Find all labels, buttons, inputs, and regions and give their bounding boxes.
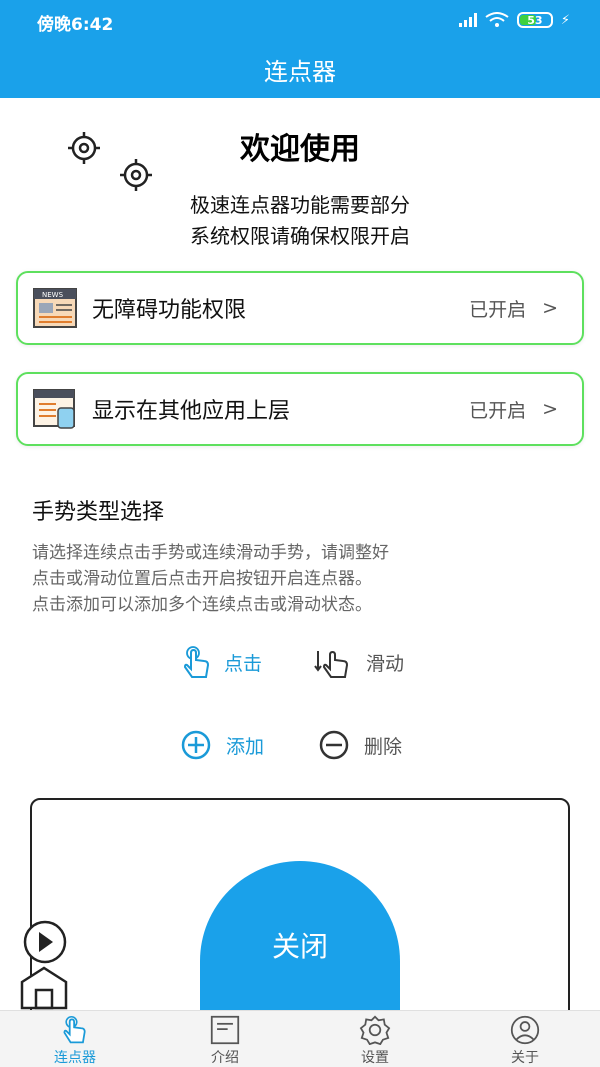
welcome-desc-line1: 极速连点器功能需要部分 [190, 193, 410, 217]
tap-hand-icon [183, 646, 210, 678]
play-icon[interactable] [20, 920, 70, 964]
battery-icon: 53 [516, 12, 553, 28]
overlay-window-icon [33, 389, 75, 429]
battery-level: 53 [527, 13, 543, 27]
gesture-desc-line3: 点击添加可以添加多个连续点击或滑动状态。 [32, 595, 372, 615]
news-icon: NEWS [33, 288, 77, 328]
close-button-label: 关闭 [271, 930, 328, 963]
nav-label: 关于 [511, 1050, 539, 1066]
wifi-icon [485, 12, 509, 27]
nav-label: 介绍 [211, 1050, 239, 1066]
tap-hand-icon [63, 1015, 86, 1044]
tap-gesture-button[interactable]: 点击 [182, 645, 262, 679]
minus-circle-icon [319, 730, 349, 760]
add-button[interactable]: 添加 [178, 730, 264, 760]
gear-icon [359, 1015, 391, 1045]
swipe-gesture-button[interactable]: 滑动 [314, 645, 404, 679]
status-icons: 53 ⚡ [458, 12, 570, 28]
app-header: 傍晚6:42 53 ⚡ 连点器 [0, 0, 600, 98]
nav-item-intro[interactable]: 介绍 [150, 1011, 300, 1067]
perm-status: 已开启 [469, 298, 527, 321]
svg-text:NEWS: NEWS [42, 291, 64, 299]
nav-item-clicker[interactable]: 连点器 [0, 1011, 150, 1067]
nav-item-settings[interactable]: 设置 [300, 1011, 450, 1067]
delete-button[interactable]: 删除 [316, 730, 402, 760]
perm-label: 显示在其他应用上层 [92, 399, 291, 424]
app-title: 连点器 [264, 58, 336, 86]
nav-item-about[interactable]: 关于 [450, 1011, 600, 1067]
add-label: 添加 [226, 735, 265, 758]
nav-label: 连点器 [54, 1050, 96, 1066]
swipe-gesture-label: 滑动 [366, 652, 405, 675]
overlay-permission-card[interactable]: 显示在其他应用上层 已开启 > [16, 372, 584, 446]
gesture-desc-line2: 点击或滑动位置后点击开启按钮开启连点器。 [32, 569, 372, 589]
chevron-right-icon: > [542, 398, 558, 420]
status-time: 傍晚6:42 [37, 15, 114, 35]
perm-status: 已开启 [469, 399, 527, 422]
gesture-section-title: 手势类型选择 [32, 500, 165, 525]
chevron-right-icon: > [542, 297, 558, 319]
tap-gesture-label: 点击 [224, 652, 263, 675]
accessibility-permission-card[interactable]: NEWS 无障碍功能权限 已开启 > [16, 271, 584, 345]
home-icon[interactable] [18, 964, 70, 1010]
plus-circle-icon [181, 730, 211, 760]
welcome-desc-line2: 系统权限请确保权限开启 [190, 224, 410, 248]
delete-label: 删除 [364, 735, 403, 758]
perm-label: 无障碍功能权限 [92, 298, 247, 323]
gesture-desc-line1: 请选择连续点击手势或连续滑动手势，请调整好 [32, 543, 389, 563]
welcome-title: 欢迎使用 [240, 132, 360, 167]
nav-label: 设置 [361, 1050, 389, 1066]
bottom-nav: 连点器 介绍 设置 关于 [0, 1010, 600, 1067]
signal-icon [458, 13, 477, 27]
user-icon [510, 1015, 540, 1045]
document-icon [210, 1015, 240, 1045]
charging-icon: ⚡ [560, 12, 570, 28]
swipe-hand-icon [314, 650, 349, 678]
